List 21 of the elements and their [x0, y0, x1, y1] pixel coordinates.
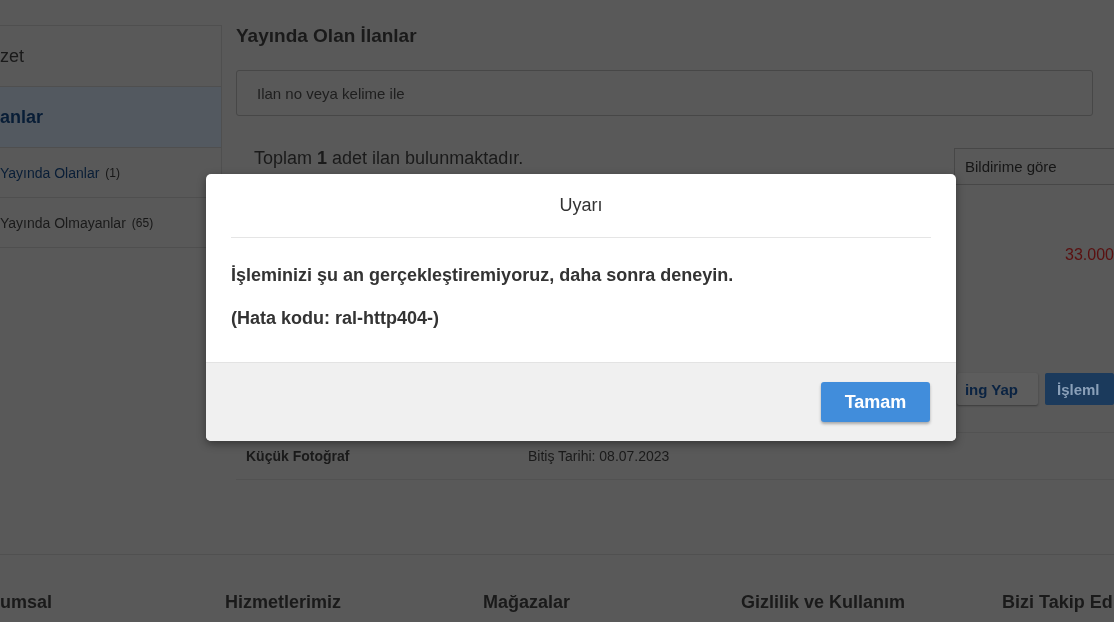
sidebar-item[interactable]: anlar: [0, 87, 221, 148]
footer-heading: Hizmetlerimiz: [225, 591, 343, 613]
item-count: (65): [131, 215, 154, 230]
summary-text: Toplam 1 adet ilan bulunmaktadır.: [254, 147, 524, 169]
detail-text: Bitiş Tarihi: 08.07.2023: [528, 448, 671, 464]
listing-price: 33.000: [1065, 246, 1114, 264]
search-field[interactable]: Ilan no veya kelime ile: [236, 70, 1093, 116]
dialog-title: Uyarı: [559, 195, 603, 216]
footer-heading: umsal: [0, 591, 54, 613]
footer-heading: Gizlilik ve Kullanım: [741, 591, 907, 613]
page-title: Yayında Olan İlanlar: [236, 25, 418, 47]
ok-button[interactable]: Tamam: [821, 382, 930, 422]
detail-text: Küçük Fotoğraf: [246, 448, 351, 464]
footer-heading: Mağazalar: [483, 591, 572, 613]
dialog-message: (Hata kodu: ral-http404-): [231, 307, 440, 330]
action-button[interactable]: İşleml: [1045, 373, 1114, 405]
footer-heading: Bizi Takip Ed: [1002, 591, 1114, 613]
sort-select[interactable]: Bildirime göre: [954, 148, 1114, 185]
dialog-message: İşleminizi şu an gerçekleştiremiyoruz, daha sonra deneyin.: [231, 264, 735, 287]
action-button[interactable]: ing Yap: [957, 373, 1038, 405]
item-count: (1): [105, 165, 121, 180]
